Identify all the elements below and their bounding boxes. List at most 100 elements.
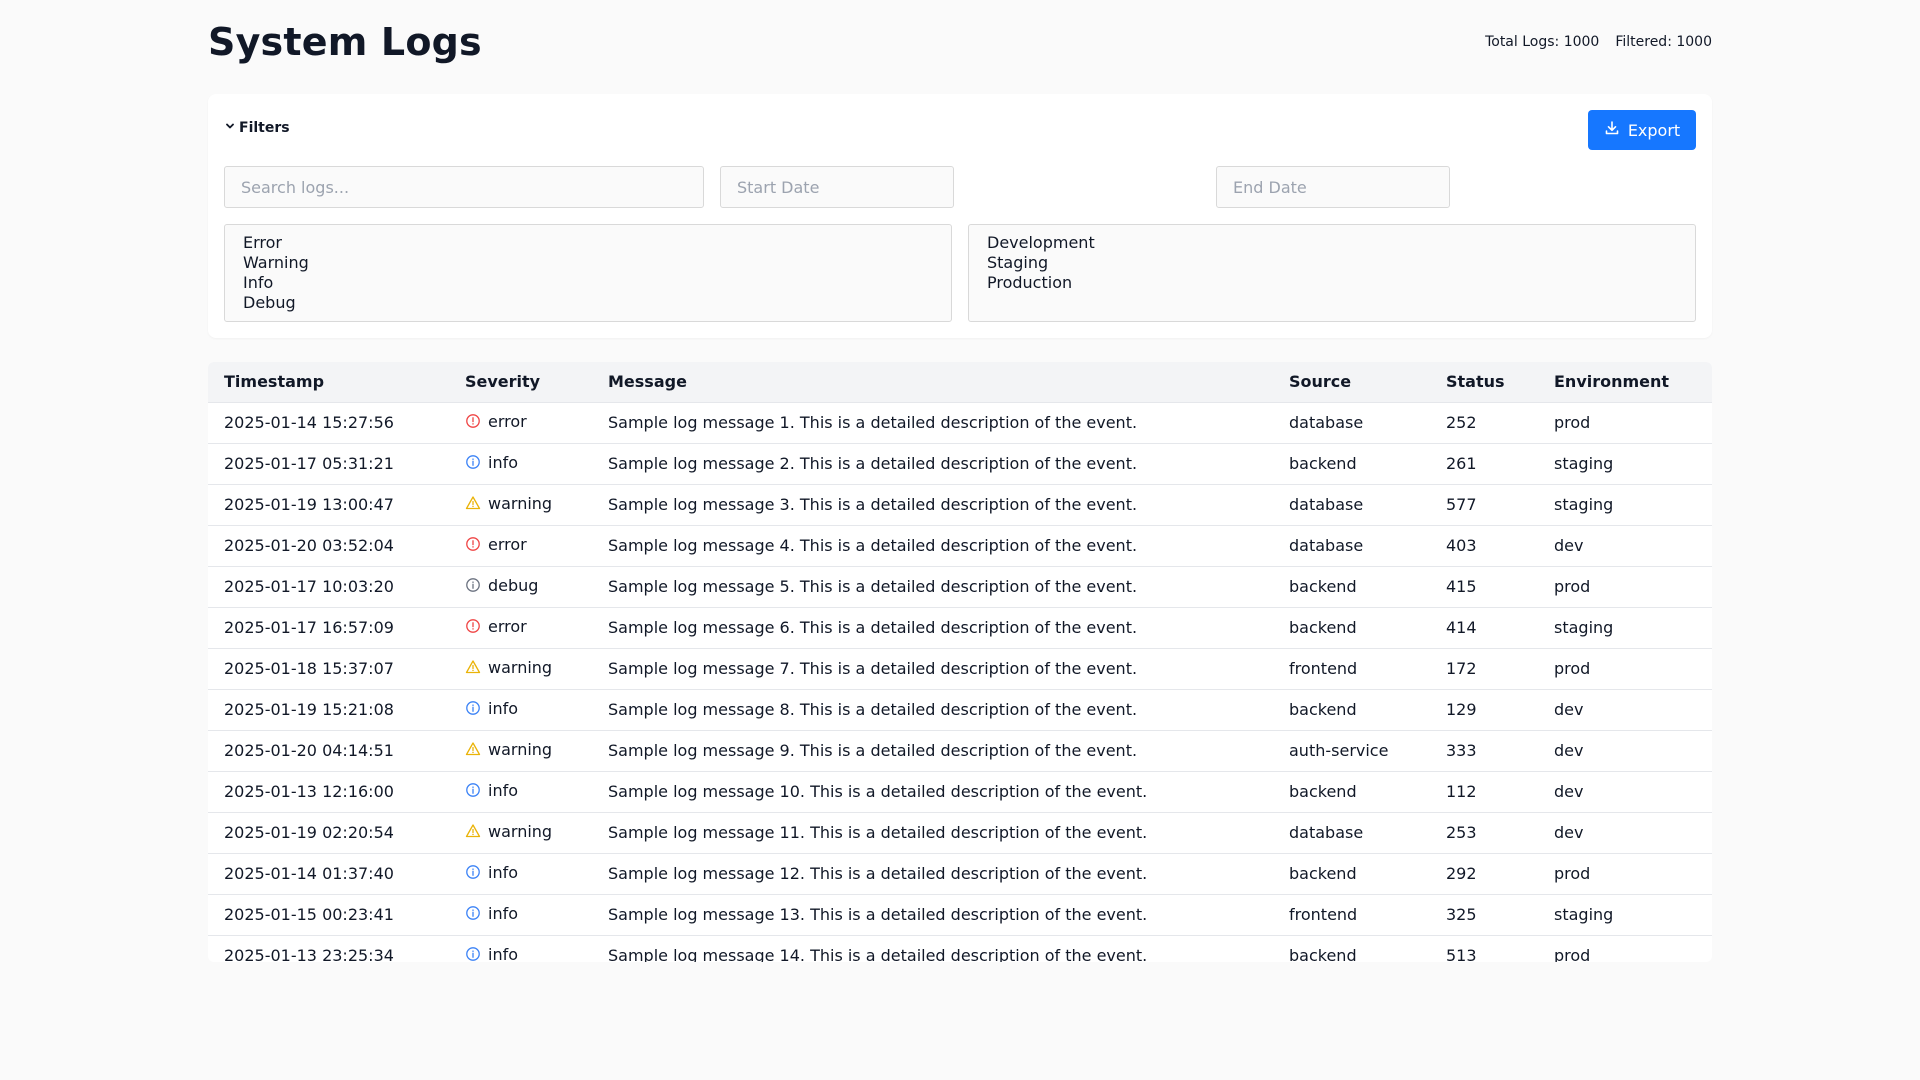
severity-indicator: error	[465, 412, 527, 431]
severity-indicator: info	[465, 945, 518, 962]
severity-cell: info	[449, 893, 592, 935]
status-cell: 129	[1430, 688, 1538, 730]
severity-label: warning	[488, 493, 553, 513]
table-row[interactable]: 2025-01-14 01:37:40 info Sample log messag…	[208, 852, 1712, 894]
timestamp-cell: 2025-01-20 03:52:04	[208, 524, 449, 566]
export-button-label: Export	[1627, 120, 1681, 140]
logs-table-container[interactable]: Timestamp Severity Message Source Status…	[208, 362, 1712, 962]
severity-label: info	[488, 452, 519, 472]
column-header-source[interactable]: Source	[1273, 362, 1430, 402]
column-header-message[interactable]: Message	[592, 362, 1273, 402]
table-row[interactable]: 2025-01-17 10:03:20 debug Sample log messa…	[208, 565, 1712, 607]
environment-cell: staging	[1538, 442, 1712, 484]
severity-cell: info	[449, 934, 592, 962]
severity-label: info	[488, 944, 519, 962]
column-header-severity[interactable]: Severity	[449, 362, 592, 402]
message-cell: Sample log message 2. This is a detailed…	[592, 442, 1273, 484]
alert-triangle-icon	[465, 823, 481, 839]
environment-cell: staging	[1538, 606, 1712, 648]
severity-cell: warning	[449, 811, 592, 853]
table-row[interactable]: 2025-01-15 00:23:41 info Sample log messag…	[208, 893, 1712, 935]
source-cell: auth-service	[1273, 729, 1430, 771]
start-date-input[interactable]	[720, 166, 954, 208]
table-body: 2025-01-14 15:27:56 error Sample log messa…	[208, 401, 1712, 962]
severity-multiselect[interactable]: Error Warning Info Debug	[224, 224, 952, 322]
environment-option[interactable]: Staging	[987, 253, 1695, 273]
export-button[interactable]: Export	[1588, 110, 1696, 150]
source-cell: frontend	[1273, 647, 1430, 689]
table-header-row: Timestamp Severity Message Source Status…	[208, 362, 1712, 402]
severity-option[interactable]: Warning	[243, 253, 951, 273]
timestamp-cell: 2025-01-15 00:23:41	[208, 893, 449, 935]
message-cell: Sample log message 7. This is a detailed…	[592, 647, 1273, 689]
severity-option[interactable]: Info	[243, 273, 951, 293]
severity-indicator: warning	[465, 822, 552, 841]
severity-label: info	[488, 862, 519, 882]
environment-cell: prod	[1538, 647, 1712, 689]
table-row[interactable]: 2025-01-17 05:31:21 info Sample log messag…	[208, 442, 1712, 484]
logs-table: Timestamp Severity Message Source Status…	[208, 362, 1712, 962]
message-cell: Sample log message 5. This is a detailed…	[592, 565, 1273, 607]
timestamp-cell: 2025-01-14 15:27:56	[208, 401, 449, 443]
status-cell: 261	[1430, 442, 1538, 484]
table-row[interactable]: 2025-01-20 04:14:51 warning Sample log mes…	[208, 729, 1712, 771]
severity-option[interactable]: Debug	[243, 293, 951, 313]
page-header: System Logs Total Logs: 1000 Filtered: 10…	[208, 0, 1712, 86]
table-row[interactable]: 2025-01-20 03:52:04 error Sample log messa…	[208, 524, 1712, 566]
severity-indicator: info	[465, 781, 518, 800]
end-date-input[interactable]	[1216, 166, 1450, 208]
info-circle-icon	[465, 782, 481, 798]
severity-label: info	[488, 698, 519, 718]
table-row[interactable]: 2025-01-14 15:27:56 error Sample log messa…	[208, 401, 1712, 443]
column-header-status[interactable]: Status	[1430, 362, 1538, 402]
severity-label: info	[488, 780, 519, 800]
table-row[interactable]: 2025-01-17 16:57:09 error Sample log messa…	[208, 606, 1712, 648]
severity-label: warning	[488, 821, 553, 841]
status-cell: 577	[1430, 483, 1538, 525]
source-cell: backend	[1273, 852, 1430, 894]
table-row[interactable]: 2025-01-18 15:37:07 warning Sample log mes…	[208, 647, 1712, 689]
source-cell: backend	[1273, 934, 1430, 962]
page-container: System Logs Total Logs: 1000 Filtered: 10…	[208, 0, 1712, 962]
log-stats: Total Logs: 1000 Filtered: 1000	[1485, 34, 1712, 50]
severity-option[interactable]: Error	[243, 233, 951, 253]
alert-circle-icon	[465, 618, 481, 634]
environment-cell: prod	[1538, 852, 1712, 894]
timestamp-cell: 2025-01-18 15:37:07	[208, 647, 449, 689]
severity-cell: warning	[449, 729, 592, 771]
severity-cell: warning	[449, 483, 592, 525]
table-row[interactable]: 2025-01-13 12:16:00 info Sample log messag…	[208, 770, 1712, 812]
environment-option[interactable]: Production	[987, 273, 1695, 293]
source-cell: backend	[1273, 606, 1430, 648]
table-row[interactable]: 2025-01-19 15:21:08 info Sample log messag…	[208, 688, 1712, 730]
filters-toggle[interactable]: Filters	[224, 120, 290, 136]
table-row[interactable]: 2025-01-19 02:20:54 warning Sample log mes…	[208, 811, 1712, 853]
status-cell: 253	[1430, 811, 1538, 853]
table-row[interactable]: 2025-01-13 23:25:34 info Sample log messag…	[208, 934, 1712, 962]
message-cell: Sample log message 4. This is a detailed…	[592, 524, 1273, 566]
column-header-timestamp[interactable]: Timestamp	[208, 362, 449, 402]
environment-option[interactable]: Development	[987, 233, 1695, 253]
severity-label: warning	[488, 657, 553, 677]
severity-indicator: error	[465, 535, 527, 554]
severity-label: error	[488, 411, 527, 431]
severity-indicator: warning	[465, 494, 552, 513]
timestamp-cell: 2025-01-13 12:16:00	[208, 770, 449, 812]
filter-panel: Filters Export Error Warning Info Debug …	[208, 94, 1712, 338]
timestamp-cell: 2025-01-17 05:31:21	[208, 442, 449, 484]
environment-multiselect[interactable]: Development Staging Production	[968, 224, 1696, 322]
timestamp-cell: 2025-01-19 02:20:54	[208, 811, 449, 853]
status-cell: 292	[1430, 852, 1538, 894]
table-row[interactable]: 2025-01-19 13:00:47 warning Sample log mes…	[208, 483, 1712, 525]
timestamp-cell: 2025-01-20 04:14:51	[208, 729, 449, 771]
environment-cell: staging	[1538, 483, 1712, 525]
source-cell: backend	[1273, 770, 1430, 812]
severity-cell: error	[449, 606, 592, 648]
environment-cell: staging	[1538, 893, 1712, 935]
column-header-environment[interactable]: Environment	[1538, 362, 1712, 402]
search-input[interactable]	[224, 166, 704, 208]
environment-cell: dev	[1538, 729, 1712, 771]
source-cell: backend	[1273, 442, 1430, 484]
page-title: System Logs	[208, 20, 482, 64]
source-cell: backend	[1273, 688, 1430, 730]
